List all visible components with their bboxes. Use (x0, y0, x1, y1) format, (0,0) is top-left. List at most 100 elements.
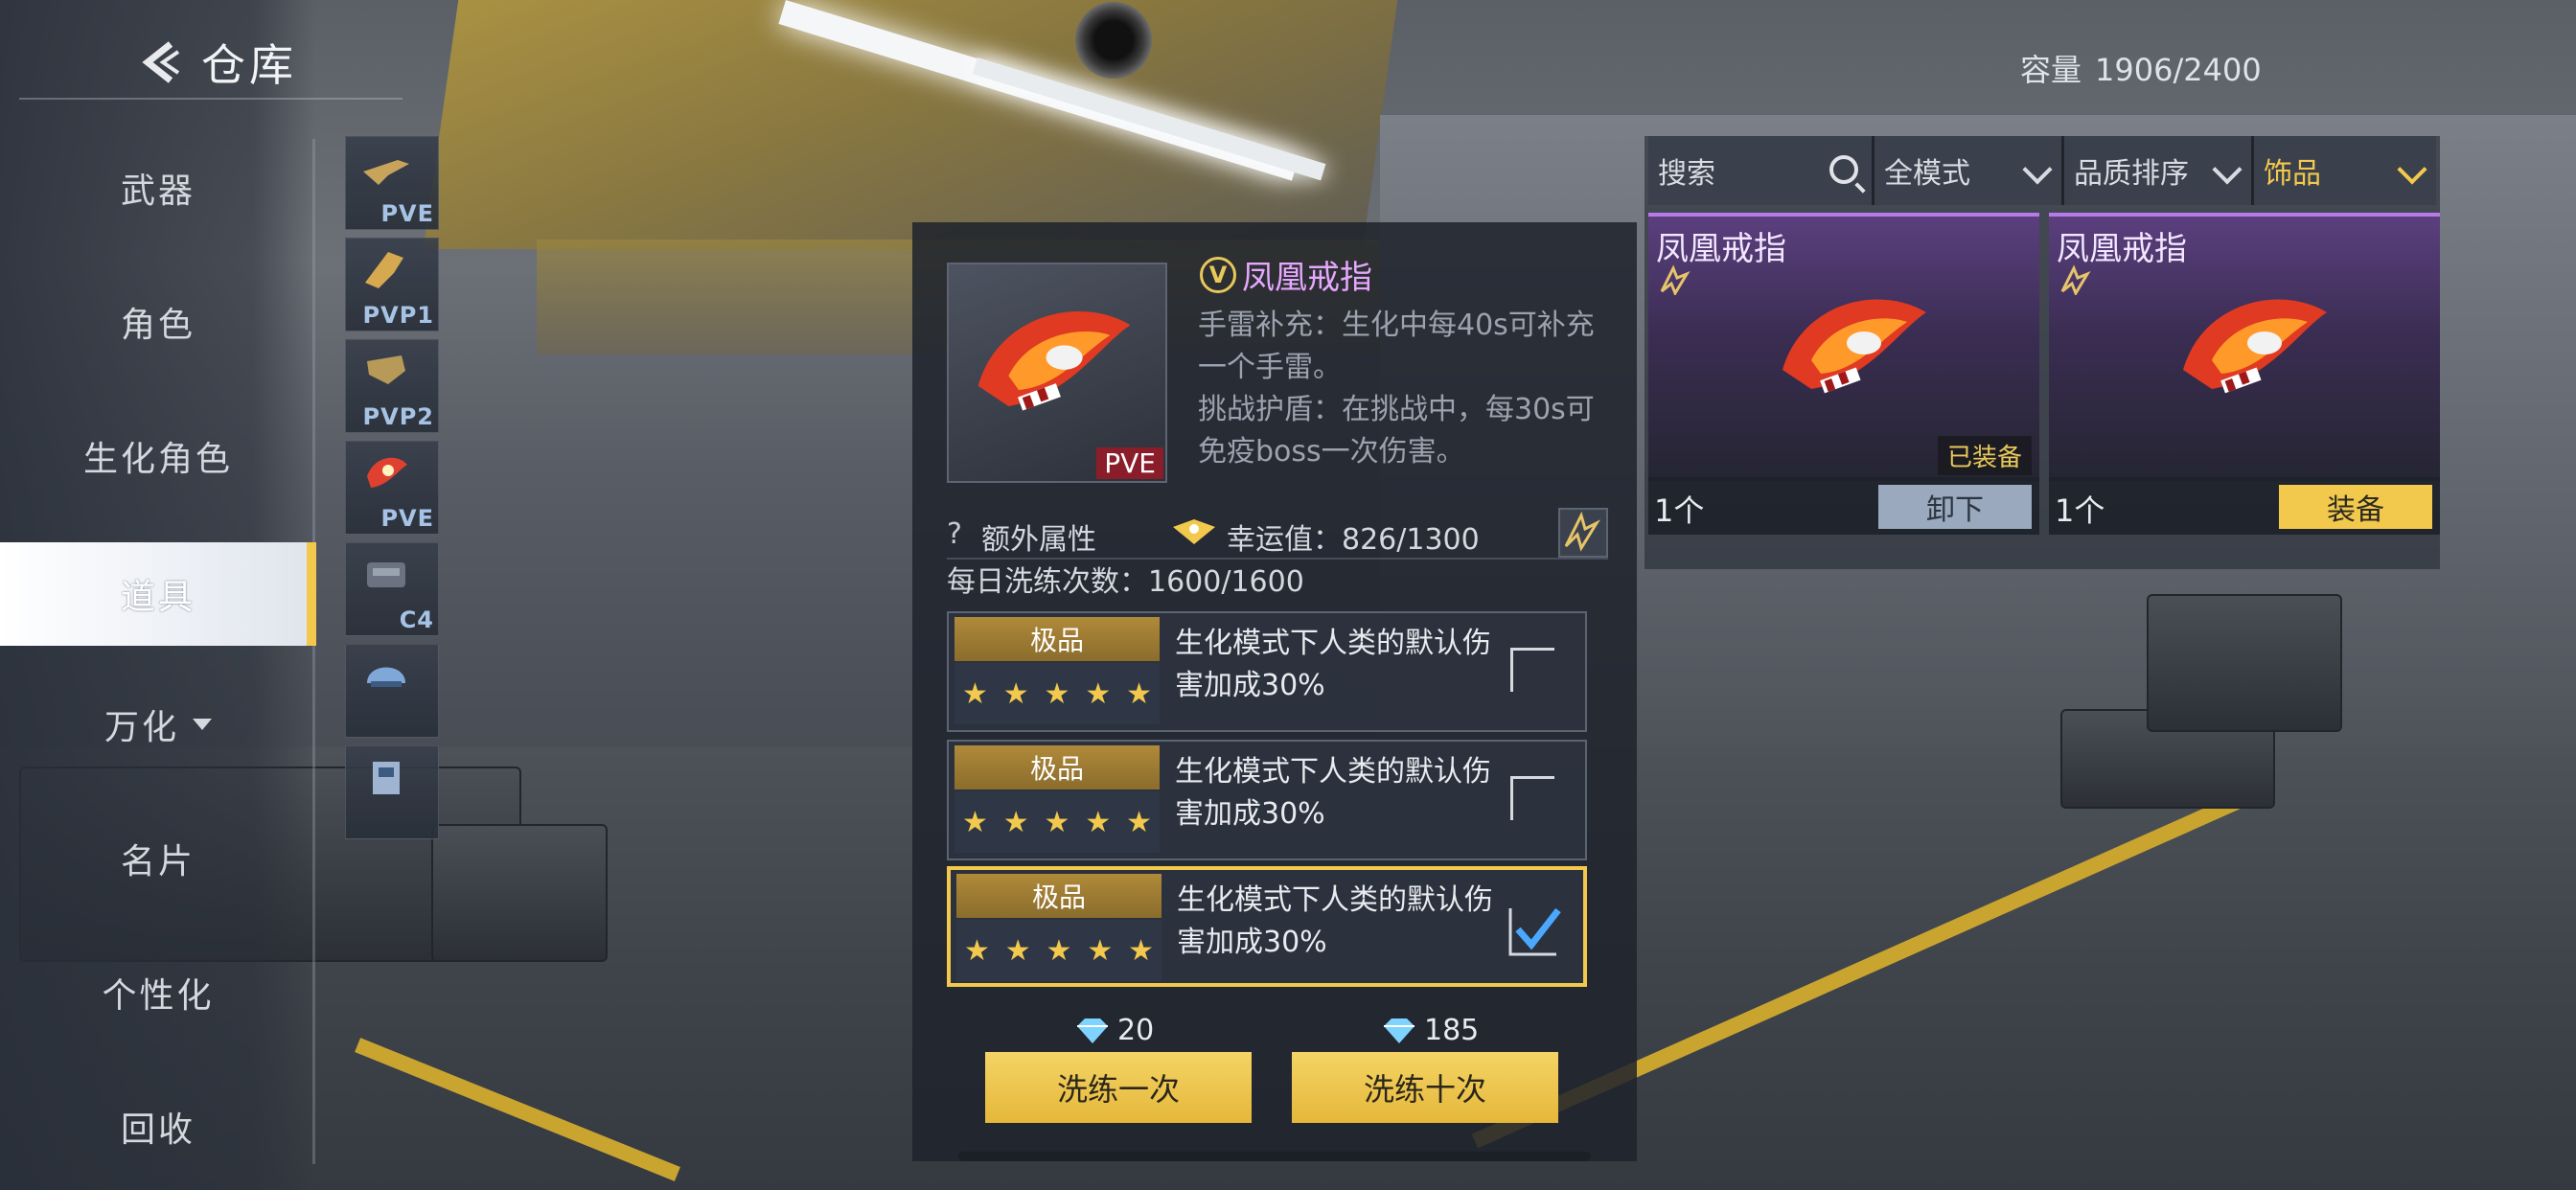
card-footer: 1个 装备 (2049, 477, 2440, 535)
camera-icon (1075, 2, 1152, 79)
nav-item-wanhua[interactable]: 万化 (0, 676, 316, 772)
nav-item-items[interactable]: 道具 (0, 542, 316, 646)
refine-ten-button[interactable]: 洗练十次 (1292, 1052, 1558, 1123)
refine-once-button[interactable]: 洗练一次 (985, 1052, 1252, 1123)
sub-category-tag: PVP2 (362, 403, 434, 430)
nav-item-cards[interactable]: 名片 (0, 811, 316, 906)
search-input[interactable]: 搜索 (1648, 136, 1874, 205)
star-rating: ★ ★ ★ ★ ★ (954, 791, 1160, 853)
star-icon: ★ (1126, 676, 1153, 711)
phoenix-ring-icon (2183, 299, 2327, 394)
inventory-card[interactable]: 凤凰戒指 已装备 (1648, 213, 2039, 481)
nav-label: 万化 (104, 708, 179, 747)
inventory-card[interactable]: 凤凰戒指 (2049, 213, 2440, 481)
shelf (2147, 594, 2342, 732)
luck-label: 幸运值： (1227, 523, 1342, 557)
nav-item-weapons[interactable]: 武器 (0, 140, 316, 236)
star-icon: ★ (1126, 805, 1153, 839)
mode-dropdown-label: 全模式 (1884, 157, 1970, 191)
grade-label: 极品 (954, 745, 1160, 790)
daily-refine-count: 每日洗练次数：1600/1600 (947, 558, 1304, 600)
capacity-value: 1906/2400 (2095, 52, 2262, 88)
sub-category-item[interactable] (345, 745, 439, 839)
clover-icon (1173, 519, 1215, 544)
option-checkbox-checked[interactable] (1508, 904, 1561, 956)
dropdown-caret-icon (193, 719, 212, 730)
page-title: 仓库 (201, 39, 297, 91)
sub-category-item[interactable]: PVP1 (345, 238, 439, 332)
star-icon: ★ (1044, 676, 1070, 711)
sub-category-item[interactable]: PVP2 (345, 339, 439, 433)
refine-option-selected[interactable]: 极品 ★ ★ ★ ★ ★ 生化模式下人类的默认伤害加成30% (947, 866, 1587, 987)
nav-label: 武器 (120, 172, 196, 211)
sub-category-tag: C4 (399, 606, 434, 633)
back-button[interactable] (125, 29, 192, 96)
star-icon: ★ (1044, 805, 1070, 839)
capacity-readout: 容量 1906/2400 (2020, 46, 2262, 90)
inventory-panel: 搜索 全模式 品质排序 饰品 凤凰戒指 已装备 1个 卸下 凤凰戒指 1个 装备 (1644, 136, 2440, 569)
nav-item-recycle[interactable]: 回收 (0, 1079, 316, 1175)
chevron-down-icon (2022, 154, 2053, 185)
lightning-icon (1564, 511, 1601, 552)
grade-label: 极品 (956, 874, 1162, 918)
header-divider (19, 98, 402, 100)
device-icon (373, 762, 400, 794)
phoenix-ring-icon (367, 457, 407, 488)
item-name: 凤凰戒指 (1242, 259, 1372, 297)
star-icon: ★ (1087, 933, 1114, 968)
nav-item-characters[interactable]: 角色 (0, 274, 316, 370)
v-badge-icon: V (1200, 256, 1236, 293)
item-count: 1个 (2055, 492, 2105, 529)
lock-button[interactable] (1558, 508, 1608, 558)
chevron-down-icon (2212, 154, 2242, 185)
star-icon: ★ (1085, 676, 1112, 711)
star-icon: ★ (1085, 805, 1112, 839)
scrollbar[interactable] (958, 1152, 1591, 1161)
star-icon: ★ (1046, 933, 1072, 968)
weapon-icon (363, 160, 409, 185)
star-icon: ★ (1004, 933, 1031, 968)
category-dropdown[interactable]: 饰品 (2254, 136, 2436, 205)
phoenix-ring-icon (978, 310, 1131, 411)
equip-button[interactable]: 装备 (2279, 485, 2432, 529)
star-icon: ★ (1002, 676, 1029, 711)
star-icon: ★ (963, 933, 990, 968)
sub-category-item[interactable]: C4 (345, 542, 439, 636)
chevron-down-icon (2397, 154, 2427, 185)
item-title: V 凤凰戒指 (1200, 251, 1372, 298)
help-icon[interactable]: ? (947, 517, 962, 551)
option-checkbox[interactable] (1510, 648, 1554, 692)
item-description: 手雷补充：生化中每40s可补充一个手雷。 挑战护盾：在挑战中，每30s可免疫bo… (1198, 305, 1620, 473)
card-item-name: 凤凰戒指 (1656, 230, 1786, 268)
luck-value: 826/1300 (1342, 523, 1480, 557)
mode-dropdown[interactable]: 全模式 (1874, 136, 2064, 205)
nav-label: 回收 (120, 1110, 196, 1150)
refine-option[interactable]: 极品 ★ ★ ★ ★ ★ 生化模式下人类的默认伤害加成30% (947, 740, 1587, 860)
luck-readout: 幸运值：826/1300 (1227, 515, 1480, 558)
nav-item-personalize[interactable]: 个性化 (0, 945, 316, 1041)
nav-label: 角色 (120, 306, 196, 345)
unequip-button[interactable]: 卸下 (1878, 485, 2032, 529)
sub-category-item[interactable]: PVE (345, 441, 439, 535)
option-text: 生化模式下人类的默认伤害加成30% (1175, 627, 1491, 702)
sort-dropdown-label: 品质排序 (2074, 157, 2189, 191)
sub-category-item[interactable] (345, 644, 439, 738)
option-checkbox[interactable] (1510, 776, 1554, 820)
option-text: 生化模式下人类的默认伤害加成30% (1177, 883, 1493, 959)
refine-option[interactable]: 极品 ★ ★ ★ ★ ★ 生化模式下人类的默认伤害加成30% (947, 611, 1587, 732)
cost-value: 185 (1424, 1014, 1480, 1047)
diamond-icon (1077, 1018, 1108, 1043)
nav-item-zombie-characters[interactable]: 生化角色 (0, 408, 316, 504)
sub-category-tag: PVP1 (362, 302, 434, 329)
description-line: 挑战护盾：在挑战中，每30s可免疫boss一次伤害。 (1198, 393, 1595, 469)
star-icon: ★ (961, 805, 988, 839)
star-icon: ★ (1002, 805, 1029, 839)
checkmark-icon (1508, 907, 1561, 956)
item-count: 1个 (1654, 492, 1705, 529)
lightning-icon (1660, 264, 1690, 295)
extra-attr-label: 额外属性 (981, 523, 1096, 557)
sub-category-item[interactable]: PVE (345, 136, 439, 230)
sub-category-tag: PVE (380, 200, 434, 227)
sort-dropdown[interactable]: 品质排序 (2064, 136, 2254, 205)
filter-bar: 搜索 全模式 品质排序 饰品 (1648, 136, 2436, 205)
